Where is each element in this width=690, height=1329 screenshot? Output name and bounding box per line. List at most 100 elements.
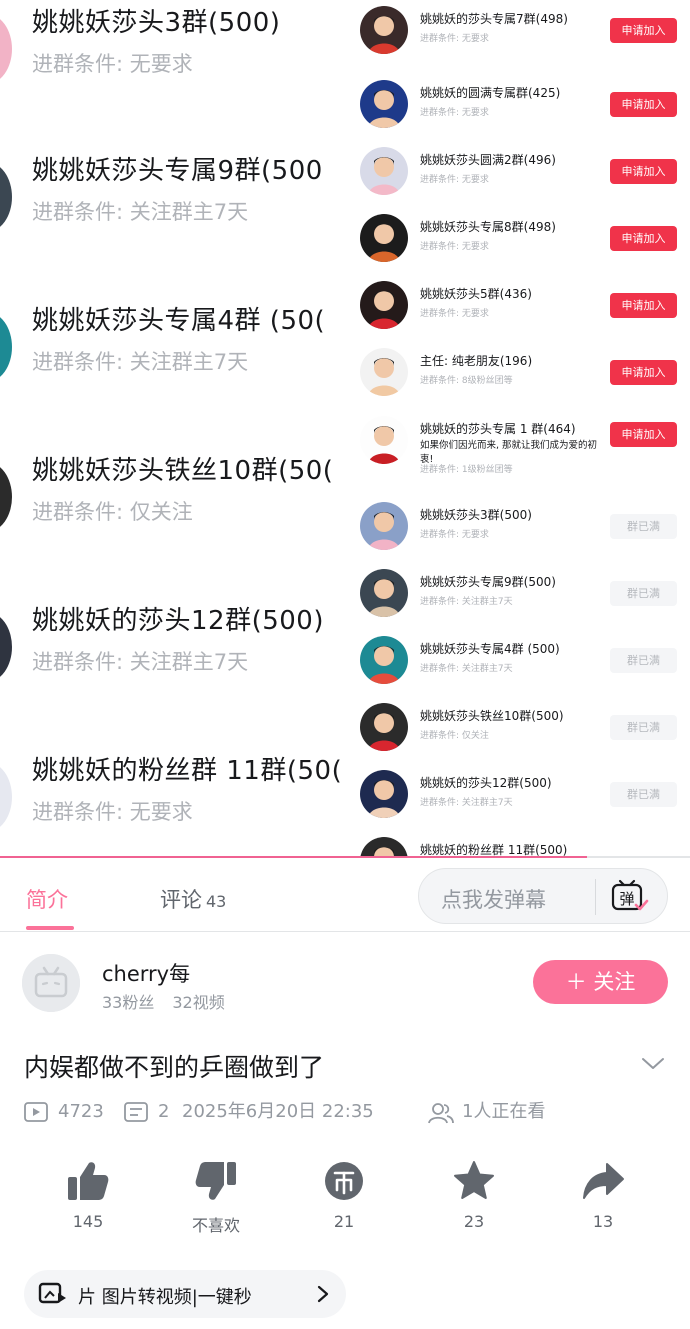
background-group-item: 姚姚妖的莎头12群(500) 进群条件: 关注群主7天 [0, 600, 352, 710]
join-group-button[interactable]: 申请加入 [610, 422, 677, 447]
group-avatar [360, 214, 408, 262]
group-title: 姚姚妖莎头专属4群 (50( [32, 306, 326, 336]
group-condition: 进群条件: 无要求 [420, 242, 489, 252]
tab-comments[interactable]: 评论 43 [160, 884, 226, 914]
video-page: 姚姚妖莎头3群(500) 进群条件: 无要求 姚姚妖莎头专属9群(500 进群条件: … [0, 0, 690, 1329]
share-button[interactable]: 13 [553, 1160, 653, 1231]
video-progress-bar[interactable] [0, 856, 690, 858]
image-to-video-chip[interactable]: 片 图片转视频|一键秒 [24, 1270, 346, 1318]
group-condition: 进群条件: 无要求 [420, 530, 489, 540]
tab-active-indicator [26, 926, 74, 930]
coin-count: 21 [333, 1212, 355, 1231]
join-group-button[interactable]: 申请加入 [610, 226, 677, 251]
group-condition: 进群条件: 无要求 [420, 309, 489, 319]
group-condition: 进群条件: 仅关注 [32, 500, 193, 524]
group-title: 姚姚妖的粉丝群 11群(50( [32, 756, 343, 786]
group-title: 姚姚妖莎头专属9群(500 [32, 156, 323, 186]
play-count-icon [24, 1102, 48, 1127]
thumb-down-icon [195, 1162, 236, 1200]
group-avatar [360, 770, 408, 818]
group-condition: 进群条件: 无要求 [420, 175, 489, 185]
uploader-avatar[interactable] [22, 954, 80, 1012]
group-condition: 进群条件: 关注群主7天 [420, 664, 513, 674]
video-player[interactable]: 姚姚妖莎头3群(500) 进群条件: 无要求 姚姚妖莎头专属9群(500 进群条件: … [0, 0, 690, 858]
group-condition: 进群条件: 关注群主7天 [420, 798, 513, 808]
group-avatar [0, 462, 12, 532]
tab-bar: 简介 评论 43 点我发弹幕 弹 [0, 860, 690, 932]
group-title: 姚姚妖莎头5群(436) [420, 287, 532, 301]
group-avatar [0, 612, 12, 682]
group-condition: 进群条件: 8级粉丝团等 [420, 376, 513, 386]
group-condition: 进群条件: 关注群主7天 [420, 597, 513, 607]
group-avatar [360, 502, 408, 550]
group-list-item: 姚姚妖莎头专属8群(498) 进群条件: 无要求 申请加入 [352, 208, 690, 275]
danmaku-divider [595, 879, 596, 915]
group-title: 姚姚妖的圆满专属群(425) [420, 86, 561, 100]
group-list-item: 姚姚妖莎头专属9群(500) 进群条件: 关注群主7天 群已满 [352, 563, 690, 630]
tab-comments-label: 评论 [160, 888, 202, 912]
group-title: 姚姚妖的莎头12群(500) [32, 606, 324, 636]
join-group-button[interactable]: 申请加入 [610, 159, 677, 184]
group-avatar [0, 162, 12, 232]
group-title: 姚姚妖的莎头专属7群(498) [420, 12, 568, 26]
coin-icon [325, 1162, 363, 1200]
like-button[interactable]: 145 [38, 1160, 138, 1231]
like-count: 145 [72, 1212, 104, 1231]
group-list-item: 姚姚妖的莎头专属7群(498) 进群条件: 无要求 申请加入 [352, 0, 690, 67]
join-group-button[interactable]: 申请加入 [610, 92, 677, 117]
group-condition: 进群条件: 1级粉丝团等 [420, 465, 513, 475]
group-avatar [360, 703, 408, 751]
group-title: 姚姚妖莎头专属4群 (500) [420, 642, 560, 656]
share-icon [583, 1163, 624, 1199]
group-avatar [360, 348, 408, 396]
chevron-down-icon[interactable] [640, 1050, 666, 1076]
group-condition: 进群条件: 关注群主7天 [32, 200, 249, 224]
dislike-button[interactable]: 不喜欢 [166, 1160, 266, 1236]
tab-intro[interactable]: 简介 [26, 884, 68, 914]
thumb-up-icon [68, 1162, 109, 1200]
coin-button[interactable]: 21 [294, 1160, 394, 1231]
group-condition: 进群条件: 无要求 [32, 800, 193, 824]
danmaku-toggle-icon[interactable]: 弹 [609, 879, 649, 915]
watching-count: 1人正在看 [462, 1101, 546, 1122]
group-title: 姚姚妖的莎头专属 1 群(464) [420, 422, 576, 436]
dislike-label: 不喜欢 [191, 1216, 240, 1235]
group-avatar [360, 416, 408, 464]
background-group-item: 姚姚妖莎头铁丝10群(50(进群条件: 仅关注 [0, 450, 352, 560]
favorite-count: 23 [463, 1212, 485, 1231]
follow-button[interactable]: ＋ 关注 [533, 960, 668, 1004]
group-list-item: 姚姚妖莎头3群(500) 进群条件: 无要求 群已满 [352, 496, 690, 563]
group-list-item: 姚姚妖莎头专属4群 (500) 进群条件: 关注群主7天 群已满 [352, 630, 690, 697]
join-group-button[interactable]: 申请加入 [610, 18, 677, 43]
join-group-button[interactable]: 申请加入 [610, 360, 677, 385]
image-video-icon [38, 1281, 68, 1311]
group-avatar [360, 569, 408, 617]
group-avatar [0, 312, 12, 382]
group-full-button: 群已满 [610, 648, 677, 673]
group-condition: 进群条件: 无要求 [420, 34, 489, 44]
video-group-list: 姚姚妖的莎头专属7群(498) 进群条件: 无要求 申请加入 姚姚妖的圆满专属群(42… [352, 0, 690, 858]
join-group-button[interactable]: 申请加入 [610, 293, 677, 318]
video-background-list: 姚姚妖莎头3群(500) 进群条件: 无要求 姚姚妖莎头专属9群(500 进群条件: … [0, 0, 352, 858]
group-title: 姚姚妖莎头专属9群(500) [420, 575, 556, 589]
group-title: 姚姚妖莎头铁丝10群(500) [420, 709, 564, 723]
group-list-item: 姚姚妖莎头铁丝10群(500) 进群条件: 仅关注 群已满 [352, 697, 690, 764]
star-icon [454, 1161, 494, 1199]
publish-date: 2025年6月20日 22:35 [182, 1101, 374, 1122]
group-list-item: 姚姚妖莎头5群(436) 进群条件: 无要求 申请加入 [352, 275, 690, 342]
danmaku-input[interactable]: 点我发弹幕 弹 [418, 868, 668, 924]
group-avatar [0, 762, 12, 832]
video-title: 内娱都做不到的乒圈做到了 [24, 1053, 325, 1082]
group-full-button: 群已满 [610, 514, 677, 539]
background-group-item: 姚姚妖的粉丝群 11群(50( 进群条件: 无要求 [0, 750, 352, 858]
group-list-item: 姚姚妖莎头圆满2群(496) 进群条件: 无要求 申请加入 [352, 141, 690, 208]
group-avatar [360, 636, 408, 684]
group-title: 姚姚妖莎头3群(500) [420, 508, 532, 522]
uploader-fans: 33粉丝 [102, 993, 155, 1012]
group-full-button: 群已满 [610, 715, 677, 740]
favorite-button[interactable]: 23 [424, 1160, 524, 1231]
uploader-name[interactable]: cherry每 [102, 958, 190, 988]
group-list-item: 姚姚妖的粉丝群 11群(500) [352, 831, 690, 858]
danmaku-icon-char: 弹 [619, 890, 634, 908]
group-condition: 进群条件: 仅关注 [420, 731, 489, 741]
